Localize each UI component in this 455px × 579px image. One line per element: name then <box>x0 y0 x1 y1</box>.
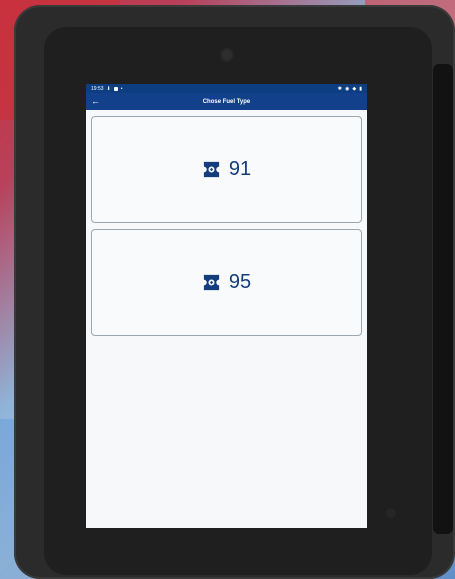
dot-icon: • <box>120 85 123 92</box>
notification-icon <box>113 86 118 91</box>
battery-icon: ▮ <box>359 85 362 92</box>
wifi-icon: ◆ <box>352 85 357 92</box>
back-arrow-icon[interactable]: ← <box>91 95 100 107</box>
fuel-options-list: 91 95 <box>86 110 367 336</box>
status-time: 19:53 <box>91 85 104 92</box>
location-icon: ◉ <box>345 85 350 92</box>
bluetooth-icon: ✱ <box>337 85 342 92</box>
fuel-option-91[interactable]: 91 <box>91 116 362 223</box>
card-reader-slot <box>433 64 453 534</box>
sensor-icon <box>386 508 396 518</box>
fuel-option-label: 91 <box>228 158 252 180</box>
fuel-ticket-icon <box>203 161 219 178</box>
status-bar: 19:53 ⬇ • ✱ ◉ ◆ ▮ <box>86 84 367 93</box>
camera-icon <box>220 48 234 62</box>
device-screen: 19:53 ⬇ • ✱ ◉ ◆ ▮ ← Chose Fuel Type 91 9… <box>86 84 367 528</box>
download-icon: ⬇ <box>106 85 111 92</box>
app-bar: ← Chose Fuel Type <box>86 93 367 110</box>
fuel-option-95[interactable]: 95 <box>91 229 362 336</box>
fuel-ticket-icon <box>203 274 219 291</box>
fuel-option-label: 95 <box>228 271 252 293</box>
page-title: Chose Fuel Type <box>202 98 251 105</box>
